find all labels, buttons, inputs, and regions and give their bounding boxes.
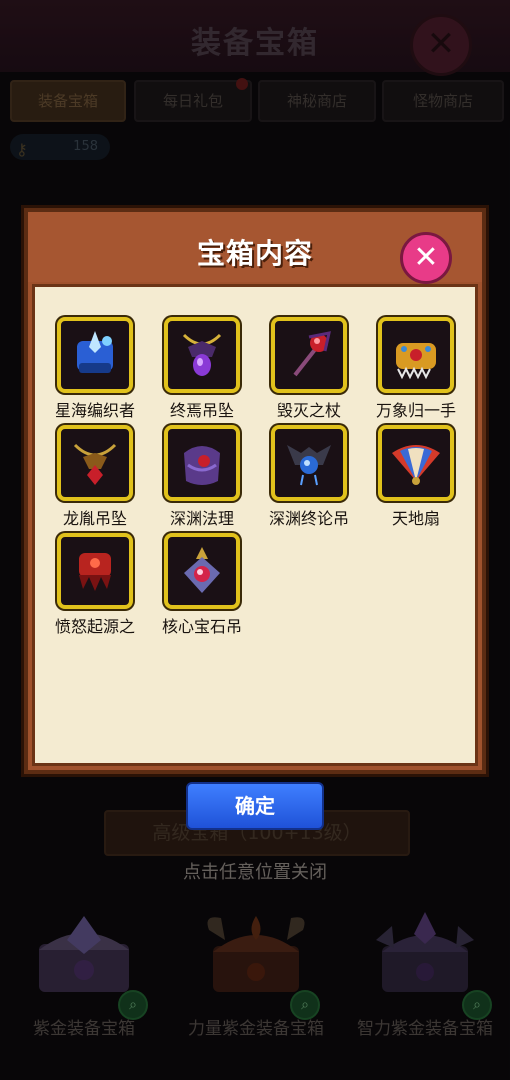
necklace-red-icon (73, 443, 117, 485)
close-icon[interactable]: ✕ (400, 232, 452, 284)
item-name: 天地扇 (391, 509, 440, 528)
reward-item[interactable]: 万象归一手 (366, 317, 466, 421)
necklace-blue-icon (287, 445, 331, 486)
item-name: 万象归一手 (375, 401, 456, 420)
item-frame (57, 533, 133, 609)
gauntlet-gold-icon (396, 343, 436, 380)
item-name: 核心宝石吊 (161, 617, 242, 636)
item-name: 深渊终论吊 (268, 509, 349, 528)
confirm-button[interactable]: 确定 (186, 782, 324, 830)
item-frame (57, 317, 133, 393)
item-frame (271, 317, 347, 393)
reward-item[interactable]: 深渊法理 (152, 425, 252, 529)
item-name: 愤怒起源之 (54, 617, 135, 636)
item-name: 毁灭之杖 (276, 401, 341, 420)
item-frame (164, 317, 240, 393)
item-name: 龙胤吊坠 (62, 509, 127, 528)
reward-item[interactable]: 天地扇 (366, 425, 466, 529)
reward-item[interactable]: 深渊终论吊 (259, 425, 359, 529)
reward-item[interactable]: 龙胤吊坠 (45, 425, 145, 529)
reward-item[interactable]: 星海编织者 (45, 317, 145, 421)
item-frame (164, 425, 240, 501)
item-frame (378, 425, 454, 501)
dialog-body: 星海编织者 终焉吊坠 毁灭之杖 万象归一手 龙胤吊坠 深渊法理 深渊终论吊 天地… (32, 284, 478, 766)
reward-item[interactable]: 终焉吊坠 (152, 317, 252, 421)
gauntlet-red-icon (79, 553, 111, 591)
item-frame (378, 317, 454, 393)
item-frame (271, 425, 347, 501)
reward-item[interactable]: 毁灭之杖 (259, 317, 359, 421)
reward-item[interactable]: 愤怒起源之 (45, 533, 145, 637)
item-frame (57, 425, 133, 501)
item-name: 深渊法理 (169, 509, 234, 528)
staff-red-icon (293, 331, 331, 377)
fan-icon (392, 445, 440, 485)
item-name: 星海编织者 (54, 401, 135, 420)
gem-pendant-icon (184, 547, 220, 593)
armor-purple-icon (184, 446, 220, 485)
reward-item[interactable]: 核心宝石吊 (152, 533, 252, 637)
pendant-purple-icon (182, 333, 222, 376)
item-name: 终焉吊坠 (169, 401, 234, 420)
gauntlet-blue-icon (77, 331, 113, 373)
chest-contents-dialog: 宝箱内容 ✕ 星海编织者 终焉吊坠 毁灭之杖 万象归一手 龙胤吊坠 深渊法理 深… (24, 208, 486, 774)
item-frame (164, 533, 240, 609)
